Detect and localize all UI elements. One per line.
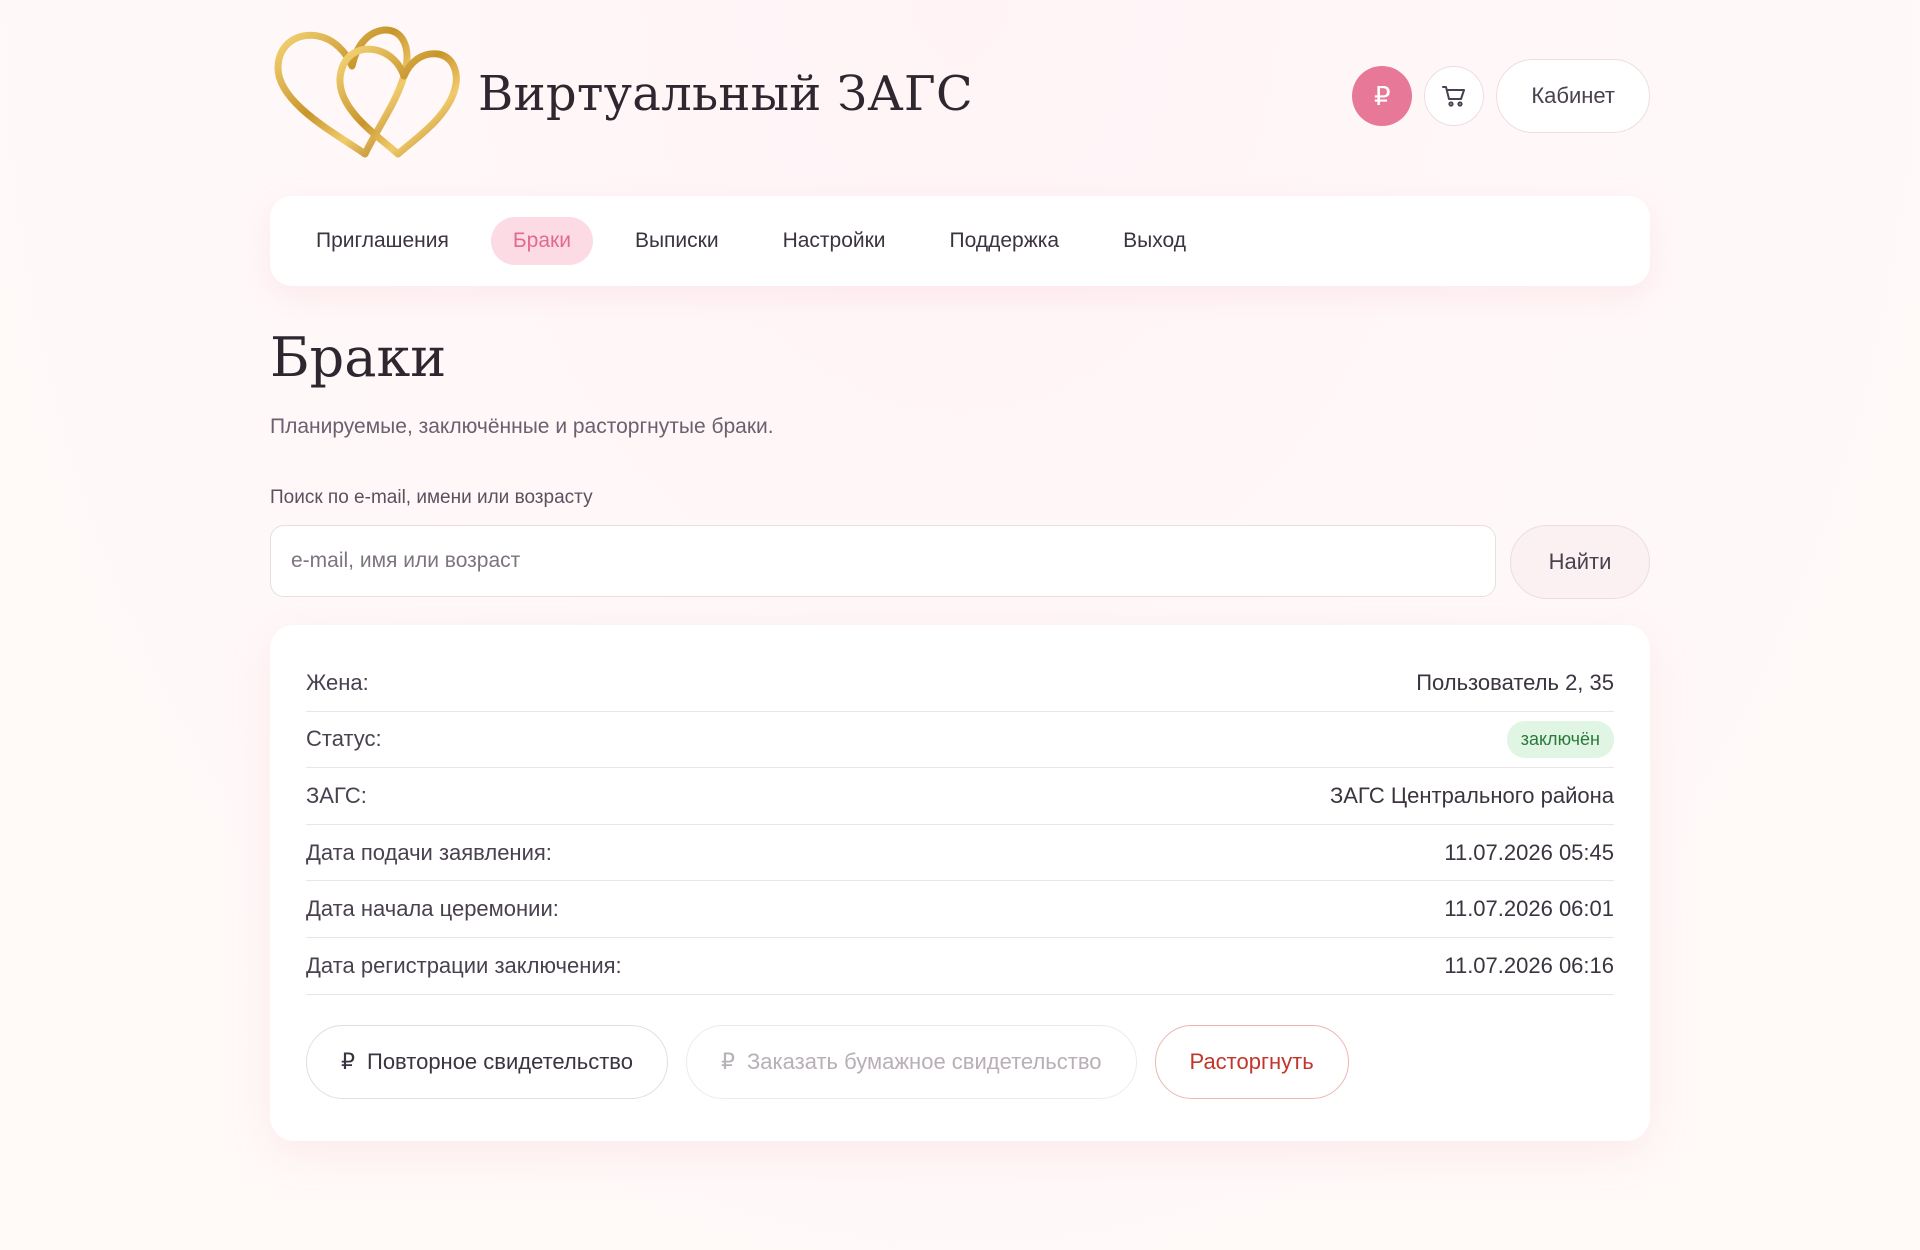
detail-row-status: Статус: заключён: [306, 712, 1614, 769]
balance-button[interactable]: ₽: [1352, 66, 1413, 126]
search-button[interactable]: Найти: [1510, 525, 1650, 599]
detail-row-registry-office: ЗАГС: ЗАГС Центрального района: [306, 768, 1614, 825]
header-actions: ₽ Кабинет: [1352, 59, 1650, 133]
cart-button[interactable]: [1424, 66, 1485, 126]
page: Виртуальный ЗАГС ₽ Кабинет Приглашения Б…: [270, 0, 1650, 1141]
nav-item-support[interactable]: Поддержка: [928, 217, 1082, 265]
application-date-value: 11.07.2026 05:45: [1444, 839, 1614, 865]
nav-item-marriages[interactable]: Браки: [490, 217, 593, 265]
nav-item-logout[interactable]: Выход: [1101, 217, 1208, 265]
registry-office-value: ЗАГС Центрального района: [1329, 782, 1614, 808]
page-subtitle: Планируемые, заключённые и расторгнутые …: [270, 415, 774, 438]
reissue-certificate-button[interactable]: ₽ Повторное свидетельство: [306, 1024, 668, 1099]
detail-row-registration-date: Дата регистрации заключения: 11.07.2026 …: [306, 938, 1614, 995]
search-input[interactable]: [270, 525, 1496, 597]
status-badge: заключён: [1506, 720, 1614, 758]
marriage-card: Жена: Пользователь 2, 35 Статус: заключё…: [270, 625, 1650, 1141]
reissue-certificate-label: Повторное свидетельство: [367, 1048, 633, 1074]
header: Виртуальный ЗАГС ₽ Кабинет: [270, 0, 1650, 196]
detail-row-ceremony-date: Дата начала церемонии: 11.07.2026 06:01: [306, 881, 1614, 938]
page-title: Браки: [270, 326, 447, 389]
ruble-icon: ₽: [1374, 80, 1391, 111]
ceremony-date-value: 11.07.2026 06:01: [1444, 896, 1614, 922]
detail-label: Жена:: [306, 669, 369, 695]
cart-icon: [1442, 86, 1466, 107]
detail-row-wife: Жена: Пользователь 2, 35: [306, 655, 1614, 712]
ruble-icon: ₽: [341, 1048, 355, 1074]
order-paper-certificate-label: Заказать бумажное свидетельство: [747, 1048, 1102, 1074]
two-gold-hearts-icon[interactable]: [270, 26, 462, 162]
site-title[interactable]: Виртуальный ЗАГС: [478, 66, 973, 122]
detail-label: Дата регистрации заключения:: [306, 952, 622, 978]
detail-label: ЗАГС:: [306, 782, 367, 808]
detail-label: Дата начала церемонии:: [306, 896, 559, 922]
detail-row-application-date: Дата подачи заявления: 11.07.2026 05:45: [306, 825, 1614, 882]
order-paper-certificate-button[interactable]: ₽ Заказать бумажное свидетельство: [686, 1024, 1137, 1099]
registration-date-value: 11.07.2026 06:16: [1444, 952, 1614, 978]
search-row: Найти: [270, 525, 1650, 599]
detail-label: Статус:: [306, 726, 382, 752]
search-label: Поиск по e-mail, имени или возрасту: [270, 487, 593, 508]
nav-item-invitations[interactable]: Приглашения: [294, 217, 471, 265]
divorce-button[interactable]: Расторгнуть: [1154, 1024, 1349, 1099]
wife-value: Пользователь 2, 35: [1416, 669, 1614, 695]
main-nav: Приглашения Браки Выписки Настройки Подд…: [270, 196, 1650, 286]
ruble-icon: ₽: [721, 1048, 735, 1074]
card-actions: ₽ Повторное свидетельство ₽ Заказать бум…: [306, 1024, 1614, 1099]
cabinet-button[interactable]: Кабинет: [1496, 59, 1650, 133]
nav-item-extracts[interactable]: Выписки: [613, 217, 741, 265]
nav-item-settings[interactable]: Настройки: [761, 217, 908, 265]
detail-label: Дата подачи заявления:: [306, 839, 552, 865]
